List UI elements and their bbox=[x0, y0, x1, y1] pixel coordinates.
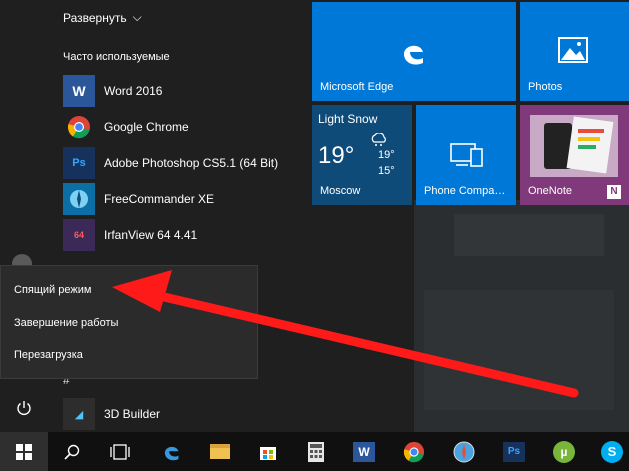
photos-icon bbox=[558, 37, 588, 63]
app-label: IrfanView 64 4.41 bbox=[104, 228, 198, 242]
taskbar-utorrent[interactable]: µ bbox=[540, 432, 588, 471]
app-label: FreeCommander XE bbox=[104, 192, 215, 206]
desktop-window-fragment bbox=[454, 214, 604, 256]
windows-start-icon bbox=[16, 443, 32, 460]
3d-builder-icon: ◢ bbox=[63, 398, 95, 430]
search-icon bbox=[64, 444, 80, 460]
weather-city: Moscow bbox=[320, 185, 361, 197]
app-item-irfanview[interactable]: 64 IrfanView 64 4.41 bbox=[63, 217, 303, 253]
app-item-chrome[interactable]: Google Chrome bbox=[63, 109, 303, 145]
photoshop-icon: Ps bbox=[63, 147, 95, 179]
most-used-heading: Часто используемые bbox=[63, 51, 170, 63]
app-item-3d-builder[interactable]: ◢ 3D Builder bbox=[63, 396, 160, 432]
onenote-preview-image bbox=[530, 115, 618, 177]
tile-label: OneNote bbox=[528, 185, 573, 197]
weather-temperature: 19° bbox=[318, 142, 355, 169]
power-button[interactable] bbox=[0, 388, 48, 428]
phone-companion-icon bbox=[450, 143, 483, 167]
store-icon bbox=[260, 446, 276, 460]
edge-icon bbox=[164, 446, 179, 460]
menu-item-sleep[interactable]: Спящий режим bbox=[14, 284, 91, 296]
chrome-icon bbox=[63, 111, 95, 143]
tile-microsoft-edge[interactable]: Microsoft Edge bbox=[312, 2, 516, 101]
start-button[interactable] bbox=[0, 432, 48, 471]
tile-label: Phone Compa… bbox=[424, 185, 506, 197]
word-icon: W bbox=[353, 441, 375, 462]
desktop-background bbox=[414, 200, 629, 432]
app-label: Word 2016 bbox=[104, 84, 163, 98]
skype-icon: S bbox=[601, 440, 623, 463]
taskbar-chrome[interactable] bbox=[390, 432, 438, 471]
menu-item-shutdown[interactable]: Завершение работы bbox=[14, 317, 118, 329]
word-icon: W bbox=[63, 75, 95, 107]
most-used-app-list: W Word 2016 Google Chrome Ps Adobe Photo… bbox=[63, 73, 303, 253]
app-label: Adobe Photoshop CS5.1 (64 Bit) bbox=[104, 156, 279, 170]
edge-icon bbox=[404, 45, 423, 65]
utorrent-icon: µ bbox=[553, 440, 575, 463]
expand-label: Развернуть bbox=[63, 10, 127, 25]
taskbar: W Ps µ S bbox=[0, 432, 629, 471]
taskbar-word[interactable]: W bbox=[340, 432, 388, 471]
weather-high: 19° bbox=[378, 149, 395, 161]
menu-item-restart[interactable]: Перезагрузка bbox=[14, 349, 83, 361]
taskbar-edge[interactable] bbox=[148, 432, 196, 471]
taskbar-safari[interactable] bbox=[440, 432, 488, 471]
app-label: 3D Builder bbox=[104, 407, 161, 421]
calculator-icon bbox=[308, 441, 324, 462]
desktop-window-fragment bbox=[424, 290, 614, 410]
onenote-icon: N bbox=[607, 185, 621, 199]
chevron-down-icon: ⌵ bbox=[132, 10, 142, 24]
expand-button[interactable]: Развернуть ⌵ bbox=[63, 10, 142, 25]
chrome-icon bbox=[403, 441, 425, 462]
taskbar-photoshop[interactable]: Ps bbox=[490, 432, 538, 471]
tile-phone-companion[interactable]: Phone Compa… bbox=[416, 105, 516, 205]
tile-photos[interactable]: Photos bbox=[520, 2, 629, 101]
irfanview-icon: 64 bbox=[63, 219, 95, 251]
search-button[interactable] bbox=[48, 432, 96, 471]
photoshop-icon: Ps bbox=[503, 441, 525, 462]
weather-low: 15° bbox=[378, 165, 395, 177]
task-view-button[interactable] bbox=[96, 432, 144, 471]
weather-condition: Light Snow bbox=[318, 112, 378, 126]
app-item-word[interactable]: W Word 2016 bbox=[63, 73, 303, 109]
app-item-photoshop[interactable]: Ps Adobe Photoshop CS5.1 (64 Bit) bbox=[63, 145, 303, 181]
power-options-menu: Спящий режим Завершение работы Перезагру… bbox=[0, 265, 258, 379]
taskbar-explorer[interactable] bbox=[196, 432, 244, 471]
tile-weather[interactable]: Light Snow 19° 19° 15° Moscow bbox=[312, 105, 412, 205]
tile-label: Microsoft Edge bbox=[320, 81, 394, 93]
tile-label: Photos bbox=[528, 81, 563, 93]
snow-cloud-icon bbox=[371, 133, 386, 146]
tile-onenote[interactable]: OneNote N bbox=[520, 105, 629, 205]
power-icon bbox=[17, 401, 31, 415]
taskbar-calculator[interactable] bbox=[292, 432, 340, 471]
safari-icon bbox=[453, 441, 475, 462]
task-view-icon bbox=[110, 443, 130, 460]
taskbar-store[interactable] bbox=[244, 432, 292, 471]
freecommander-icon bbox=[63, 183, 95, 215]
taskbar-skype[interactable]: S bbox=[588, 432, 629, 471]
explorer-icon bbox=[210, 444, 230, 459]
app-label: Google Chrome bbox=[104, 120, 189, 134]
app-item-freecommander[interactable]: FreeCommander XE bbox=[63, 181, 303, 217]
